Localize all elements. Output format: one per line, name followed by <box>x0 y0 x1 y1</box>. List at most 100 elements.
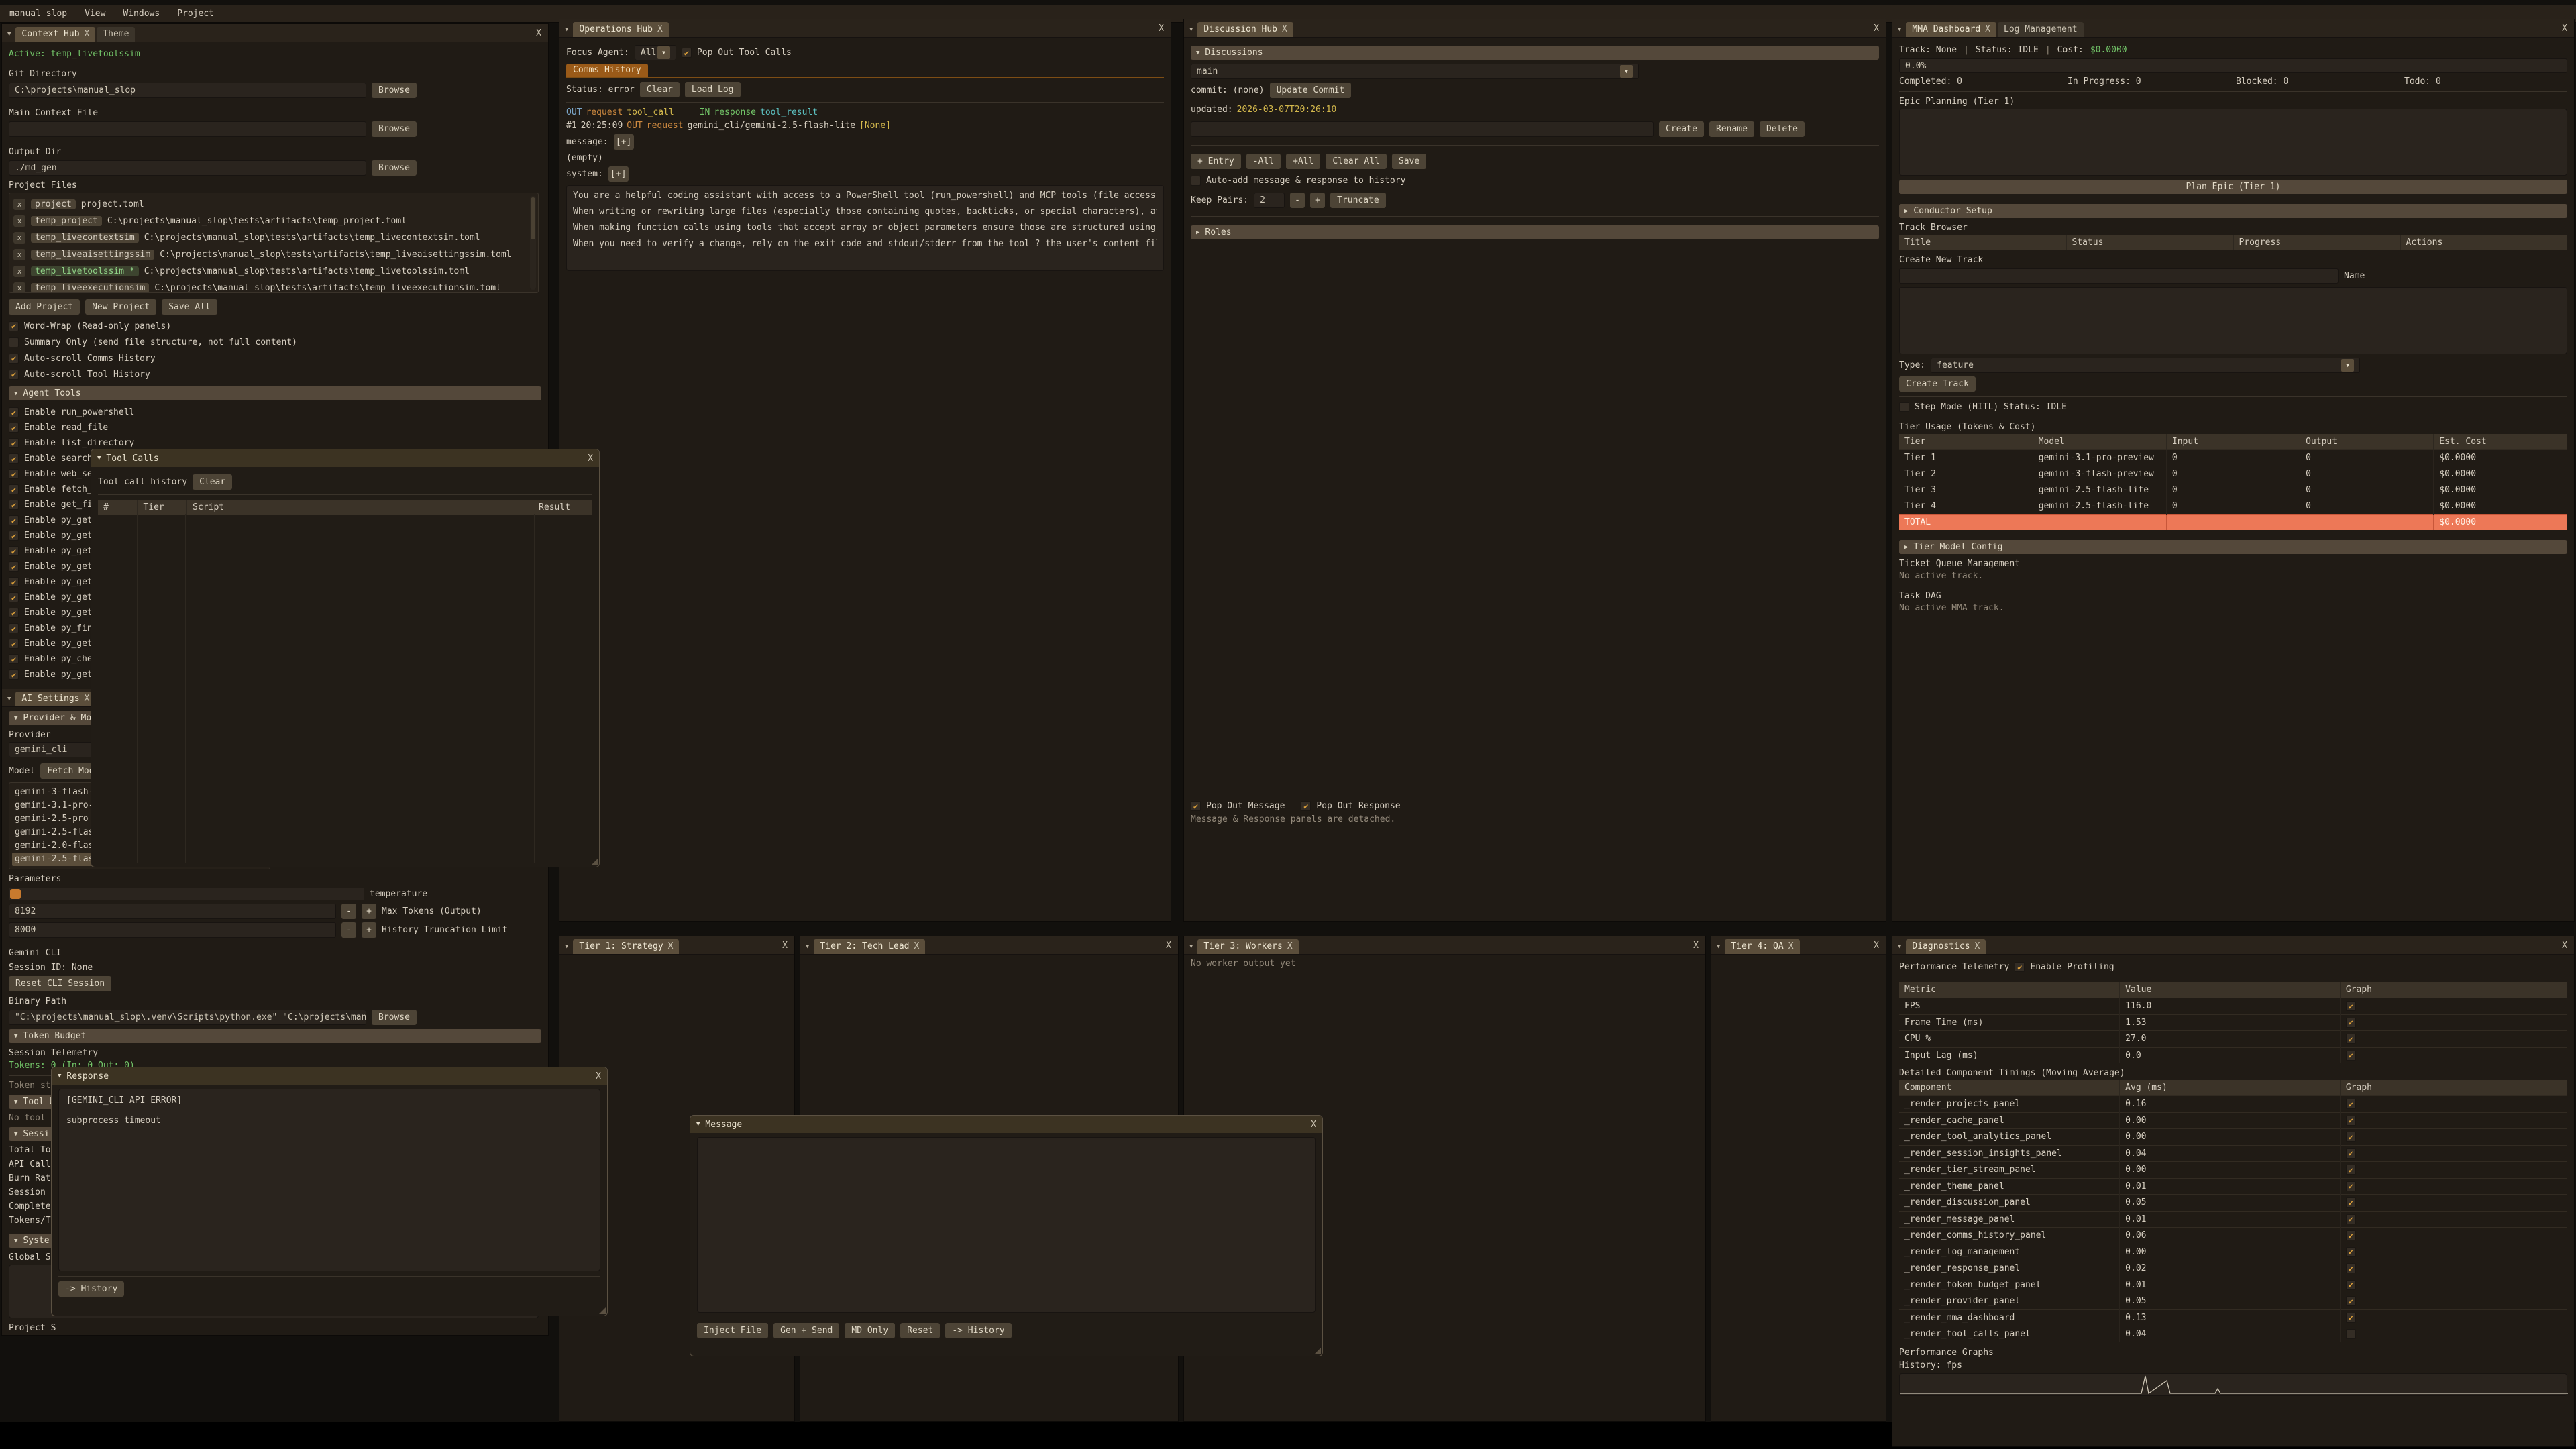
close-panel-icon[interactable]: X <box>2555 941 2574 954</box>
tab-log-management[interactable]: Log Management <box>1998 22 2084 37</box>
rename-button[interactable]: Rename <box>1709 121 1754 137</box>
message-action-button[interactable]: Gen + Send <box>773 1323 839 1338</box>
message-action-button[interactable]: -> History <box>945 1323 1011 1338</box>
new-project-button[interactable]: New Project <box>85 299 156 315</box>
column-header[interactable]: Tier <box>1899 434 2033 450</box>
keep-pairs-input[interactable]: 2 <box>1254 193 1285 208</box>
close-window-icon[interactable]: X <box>588 453 593 464</box>
response-to-history-button[interactable]: -> History <box>58 1281 124 1297</box>
tab-diagnostics[interactable]: DiagnosticsX <box>1906 939 1986 954</box>
component-graph-checkbox[interactable]: ✔ <box>2346 1132 2356 1142</box>
enable-profiling-checkbox[interactable]: ✔ <box>2015 962 2025 972</box>
tool-checkbox[interactable]: ✔ <box>9 423 19 433</box>
remove-file-button[interactable]: x <box>13 232 25 244</box>
option-checkbox[interactable]: ✔ <box>9 370 19 380</box>
collapse-icon[interactable]: ▼ <box>1892 26 1905 37</box>
message-action-button[interactable]: Inject File <box>697 1323 768 1338</box>
main-context-file-input[interactable] <box>9 121 366 137</box>
conductor-setup-header[interactable]: ▶Conductor Setup <box>1899 204 2567 218</box>
menu-item[interactable]: Windows <box>123 9 160 19</box>
message-titlebar[interactable]: ▼ Message X <box>690 1116 1322 1133</box>
column-header[interactable]: Title <box>1899 235 2066 250</box>
close-tab-icon[interactable]: X <box>85 29 90 39</box>
close-tab-icon[interactable]: X <box>914 941 919 951</box>
history-limit-input[interactable]: 8000 <box>9 922 336 938</box>
tab-comms-history[interactable]: Comms History <box>566 64 648 77</box>
pop-out-response-checkbox[interactable]: ✔ <box>1301 801 1311 811</box>
message-action-button[interactable]: MD Only <box>845 1323 895 1338</box>
column-header[interactable]: Graph <box>2340 982 2567 998</box>
tab-operations-hub[interactable]: Operations HubX <box>573 22 668 37</box>
tool-checkbox[interactable]: ✔ <box>9 669 19 680</box>
update-commit-button[interactable]: Update Commit <box>1270 83 1352 98</box>
tool-checkbox[interactable]: ✔ <box>9 438 19 448</box>
close-tab-icon[interactable]: X <box>1975 941 1980 951</box>
close-tab-icon[interactable]: X <box>668 941 674 951</box>
column-header[interactable]: Actions <box>2400 235 2567 250</box>
chevron-down-icon[interactable]: ▼ <box>657 46 670 59</box>
component-graph-checkbox[interactable]: ✔ <box>2346 1263 2356 1273</box>
close-tab-icon[interactable]: X <box>657 24 663 34</box>
collapse-icon[interactable]: ▼ <box>559 943 572 954</box>
message-window[interactable]: ▼ Message X Inject File Gen + Send MD Only… <box>690 1115 1323 1356</box>
chevron-down-icon[interactable]: ▼ <box>97 455 101 462</box>
expand-message-button[interactable]: [+] <box>614 134 634 150</box>
remove-file-button[interactable]: x <box>13 282 25 293</box>
response-titlebar[interactable]: ▼ Response X <box>52 1067 607 1085</box>
menu-item[interactable]: Project <box>177 9 214 19</box>
column-header[interactable]: Output <box>2300 434 2434 450</box>
auto-add-checkbox[interactable]: ✔ <box>1191 176 1201 186</box>
file-name-badge[interactable]: temp_livetoolssim * <box>31 266 139 276</box>
track-name-input[interactable] <box>1899 268 2339 284</box>
track-description-textarea[interactable] <box>1899 287 2567 354</box>
menu-item[interactable]: View <box>85 9 105 19</box>
remove-file-button[interactable]: x <box>13 215 25 227</box>
tab-discussion-hub[interactable]: Discussion HubX <box>1197 22 1293 37</box>
column-header[interactable]: Component <box>1899 1080 2120 1096</box>
tab-tier1[interactable]: Tier 1: StrategyX <box>573 939 679 954</box>
column-header[interactable]: Input <box>2166 434 2300 450</box>
discussion-combo[interactable]: main ▼ <box>1191 64 1639 79</box>
tab-tier2[interactable]: Tier 2: Tech LeadX <box>814 939 925 954</box>
column-header[interactable]: Est. Cost <box>2434 434 2567 450</box>
column-header[interactable]: Status <box>2066 235 2233 250</box>
agent-tools-header[interactable]: ▼Agent Tools <box>9 386 541 400</box>
tool-checkbox[interactable]: ✔ <box>9 592 19 602</box>
project-files-list[interactable]: x project project.toml x temp_project C:… <box>9 193 539 293</box>
plan-epic-button[interactable]: Plan Epic (Tier 1) <box>1899 180 2567 194</box>
metric-graph-checkbox[interactable]: ✔ <box>2346 1051 2356 1061</box>
resize-grip[interactable] <box>591 859 598 865</box>
truncate-button[interactable]: Truncate <box>1330 193 1386 208</box>
close-panel-icon[interactable]: X <box>1867 941 1886 954</box>
response-textarea[interactable]: [GEMINI_CLI API ERROR] subprocess timeou… <box>58 1089 600 1271</box>
discussions-header[interactable]: ▼Discussions <box>1191 46 1879 60</box>
tool-checkbox[interactable]: ✔ <box>9 546 19 556</box>
project-file-row[interactable]: x temp_liveaisettingssim C:\projects\man… <box>13 246 534 263</box>
close-panel-icon[interactable]: X <box>1867 23 1886 37</box>
message-action-button[interactable]: Reset <box>900 1323 940 1338</box>
file-name-badge[interactable]: project <box>31 199 76 209</box>
component-graph-checkbox[interactable]: ✔ <box>2346 1280 2356 1290</box>
create-track-button[interactable]: Create Track <box>1899 376 1976 392</box>
discussion-name-input[interactable] <box>1191 121 1654 137</box>
file-name-badge[interactable]: temp_project <box>31 216 102 226</box>
chevron-down-icon[interactable]: ▼ <box>1620 65 1633 78</box>
close-panel-icon[interactable]: X <box>1152 23 1171 37</box>
column-header[interactable]: Result <box>533 500 592 515</box>
keep-pairs-plus-button[interactable]: + <box>1310 193 1325 208</box>
column-header[interactable]: Metric <box>1899 982 2120 998</box>
chevron-down-icon[interactable]: ▼ <box>2341 359 2354 372</box>
project-files-scrollbar[interactable] <box>530 196 536 290</box>
close-tab-icon[interactable]: X <box>1788 941 1794 951</box>
column-header[interactable]: Script <box>187 500 533 515</box>
epic-planning-textarea[interactable] <box>1899 109 2567 176</box>
output-dir-input[interactable]: ./md_gen <box>9 160 366 176</box>
component-graph-checkbox[interactable]: ✔ <box>2346 1099 2356 1109</box>
close-window-icon[interactable]: X <box>596 1071 601 1081</box>
collapse-icon[interactable]: ▼ <box>800 943 813 954</box>
step-mode-checkbox[interactable]: ✔ <box>1899 402 1909 412</box>
reset-cli-session-button[interactable]: Reset CLI Session <box>9 976 111 991</box>
component-graph-checkbox[interactable]: ✔ <box>2346 1165 2356 1175</box>
close-panel-icon[interactable]: X <box>1159 941 1178 954</box>
collapse-icon[interactable]: ▼ <box>2 31 15 42</box>
